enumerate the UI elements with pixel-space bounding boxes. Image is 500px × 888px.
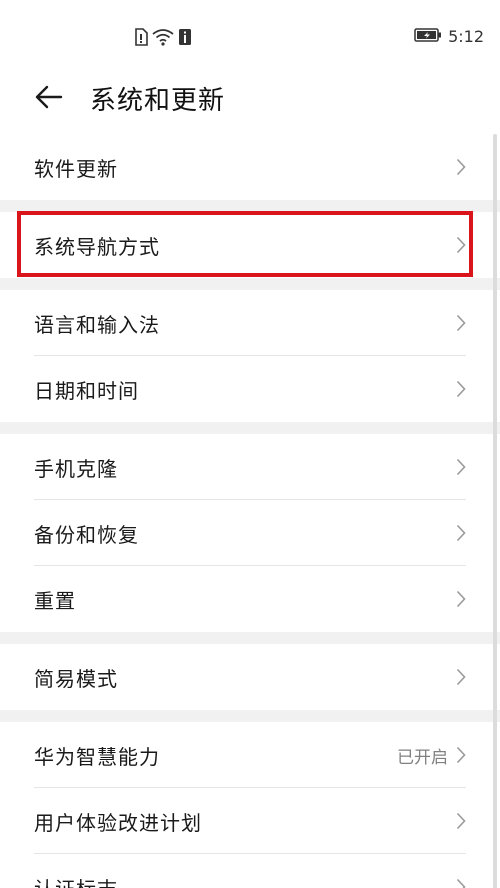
scrollbar[interactable] [493,134,497,888]
status-bar: 5:12 [0,0,500,72]
list-item-simple-mode[interactable]: 简易模式 [0,644,500,710]
settings-group-language-time: 语言和输入法 日期和时间 [0,290,500,422]
list-item-value: 已开启 [397,747,448,768]
list-item-label: 备份和恢复 [34,522,139,547]
list-item-huawei-ai[interactable]: 华为智慧能力 已开启 [0,722,500,788]
list-item-language-input[interactable]: 语言和输入法 [0,290,500,356]
chevron-right-icon [456,380,466,398]
list-item-phone-clone[interactable]: 手机克隆 [0,434,500,500]
chevron-right-icon [456,458,466,476]
settings-group-huawei: 华为智慧能力 已开启 用户体验改进计划 认证标志 [0,722,500,888]
list-item-software-update[interactable]: 软件更新 [0,134,500,200]
list-item-user-experience[interactable]: 用户体验改进计划 [0,788,500,854]
screen: 5:12 系统和更新 软件更新 系统导航方式 语言和输入法 日期和时间 手机克隆… [0,0,500,888]
chevron-right-icon [456,524,466,542]
wifi-icon [152,28,174,50]
list-item-label: 认证标志 [34,873,118,888]
header: 系统和更新 [0,72,500,128]
chevron-right-icon [456,668,466,686]
settings-list: 软件更新 系统导航方式 语言和输入法 日期和时间 手机克隆 备份和恢复 重置 简… [0,134,500,888]
settings-group-backup: 手机克隆 备份和恢复 重置 [0,434,500,632]
battery-icon [414,27,442,46]
list-item-label: 软件更新 [34,156,118,181]
list-item-label: 语言和输入法 [34,312,160,337]
chevron-right-icon [456,158,466,176]
list-item-date-time[interactable]: 日期和时间 [0,356,500,422]
sim-card-icon [134,28,148,50]
chevron-right-icon [456,812,466,830]
chevron-right-icon [456,878,466,888]
info-icon [178,28,192,50]
group-separator [0,200,500,212]
status-time: 5:12 [448,27,484,46]
list-item-label: 系统导航方式 [34,234,160,259]
list-item-label: 日期和时间 [34,378,139,403]
list-item-label: 简易模式 [34,666,118,691]
arrow-left-icon [35,85,63,109]
list-item-label: 用户体验改进计划 [34,810,202,835]
list-item-backup-restore[interactable]: 备份和恢复 [0,500,500,566]
page-title: 系统和更新 [90,86,226,116]
list-item-reset[interactable]: 重置 [0,566,500,632]
back-button[interactable] [34,82,66,114]
settings-group-update: 软件更新 [0,134,500,200]
settings-group-navigation: 系统导航方式 [0,212,500,278]
status-right: 5:12 [414,27,484,46]
chevron-right-icon [456,590,466,608]
list-item-label: 华为智慧能力 [34,744,160,769]
settings-group-simple-mode: 简易模式 [0,644,500,710]
status-left-icons [134,28,192,50]
chevron-right-icon [456,746,466,764]
list-item-label: 手机克隆 [34,456,118,481]
group-separator [0,422,500,434]
group-separator [0,710,500,722]
chevron-right-icon [456,314,466,332]
list-item-system-navigation[interactable]: 系统导航方式 [0,212,500,278]
group-separator [0,278,500,290]
list-item-certification[interactable]: 认证标志 [0,854,500,888]
group-separator [0,632,500,644]
list-item-label: 重置 [34,588,76,613]
chevron-right-icon [456,236,466,254]
